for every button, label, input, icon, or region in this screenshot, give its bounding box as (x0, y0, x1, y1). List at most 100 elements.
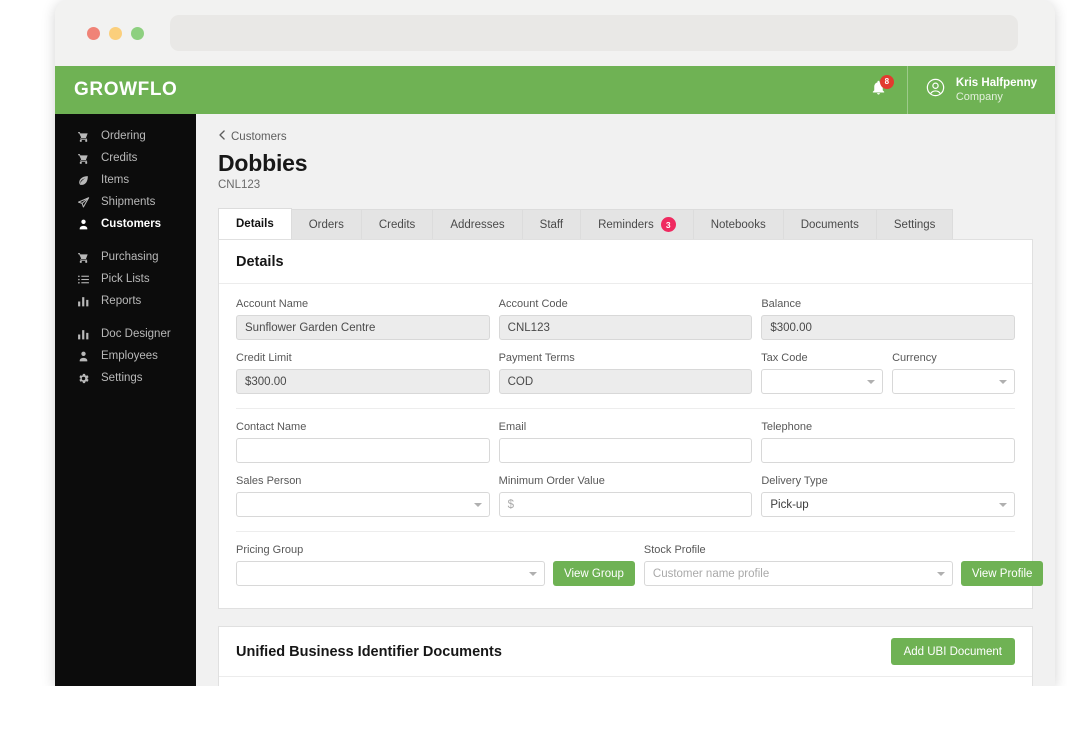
credit-limit-input[interactable]: $300.00 (236, 369, 490, 394)
field-group-balance: Balance $300.00 (761, 298, 1015, 340)
breadcrumb[interactable]: Customers (218, 130, 1033, 143)
details-card-body: Account Name Sunflower Garden Centre Acc… (219, 284, 1032, 608)
add-ubi-document-button[interactable]: Add UBI Document (891, 638, 1015, 665)
field-group-currency: Currency (892, 352, 1015, 394)
sidebar-item-shipments[interactable]: Shipments (55, 191, 196, 213)
telephone-input[interactable] (761, 438, 1015, 463)
breadcrumb-label: Customers (231, 131, 287, 143)
close-window-button[interactable] (87, 27, 100, 40)
ubi-table-header: Resellers Permit Expiry Date Document (219, 677, 1032, 686)
sidebar-group-1: Ordering Credits Items (55, 125, 196, 246)
form-row-2: Credit Limit $300.00 Payment Terms COD T… (236, 352, 1015, 397)
sidebar-item-employees[interactable]: Employees (55, 345, 196, 367)
sidebar-item-purchasing[interactable]: Purchasing (55, 246, 196, 268)
app-logo[interactable]: GROWFLO (55, 66, 196, 114)
sidebar-item-settings[interactable]: Settings (55, 367, 196, 389)
cart-icon (77, 152, 90, 165)
tab-label: Orders (309, 219, 344, 231)
balance-label: Balance (761, 298, 1015, 310)
tab-label: Documents (801, 219, 859, 231)
field-group-account-name: Account Name Sunflower Garden Centre (236, 298, 490, 340)
app-header: GROWFLO 8 (55, 66, 1055, 114)
notifications-button[interactable]: 8 (851, 66, 907, 114)
sidebar-item-pick-lists[interactable]: Pick Lists (55, 268, 196, 290)
tab-reminders[interactable]: Reminders 3 (580, 209, 694, 239)
sidebar-item-doc-designer[interactable]: Doc Designer (55, 323, 196, 345)
contact-name-input[interactable] (236, 438, 490, 463)
payment-terms-label: Payment Terms (499, 352, 753, 364)
tab-staff[interactable]: Staff (522, 209, 581, 239)
field-group-tax-code: Tax Code (761, 352, 883, 394)
sidebar: Ordering Credits Items (55, 114, 196, 686)
sidebar-item-credits[interactable]: Credits (55, 147, 196, 169)
delivery-type-select[interactable]: Pick-up (761, 492, 1015, 517)
ubi-card-header: Unified Business Identifier Documents Ad… (219, 627, 1032, 677)
minimum-order-value-input[interactable]: $ (499, 492, 753, 517)
page-title: Dobbies (218, 149, 1033, 177)
tab-label: Reminders (598, 219, 654, 231)
tab-label: Credits (379, 219, 415, 231)
tab-addresses[interactable]: Addresses (432, 209, 522, 239)
address-bar-input[interactable] (170, 15, 1018, 51)
chevron-down-icon (474, 503, 482, 507)
sidebar-item-label: Customers (101, 218, 161, 230)
pricing-group-select[interactable] (236, 561, 545, 586)
tab-credits[interactable]: Credits (361, 209, 433, 239)
reminders-badge: 3 (661, 217, 676, 232)
balance-input[interactable]: $300.00 (761, 315, 1015, 340)
telephone-label: Telephone (761, 421, 1015, 433)
maximize-window-button[interactable] (131, 27, 144, 40)
sales-person-label: Sales Person (236, 475, 490, 487)
chevron-down-icon (999, 503, 1007, 507)
stock-profile-select[interactable]: Customer name profile (644, 561, 953, 586)
tax-code-select[interactable] (761, 369, 883, 394)
tab-label: Details (236, 218, 274, 230)
tab-documents[interactable]: Documents (783, 209, 877, 239)
payment-terms-input[interactable]: COD (499, 369, 753, 394)
sidebar-item-reports[interactable]: Reports (55, 290, 196, 312)
stock-profile-value: Customer name profile (653, 568, 769, 580)
field-group-pricing-group: Pricing Group View Group (236, 544, 635, 586)
paper-plane-icon (77, 196, 90, 209)
header-spacer (196, 66, 851, 114)
field-group-minimum-order-value: Minimum Order Value $ (499, 475, 753, 517)
sidebar-item-label: Shipments (101, 196, 155, 208)
form-row-1: Account Name Sunflower Garden Centre Acc… (236, 298, 1015, 343)
chevron-down-icon (529, 572, 537, 576)
chevron-down-icon (937, 572, 945, 576)
app-logo-text: GROWFLO (74, 79, 177, 101)
list-icon (77, 273, 90, 286)
sidebar-item-label: Purchasing (101, 251, 159, 263)
view-group-button[interactable]: View Group (553, 561, 635, 586)
field-group-email: Email (499, 421, 753, 463)
account-code-input[interactable]: CNL123 (499, 315, 753, 340)
sales-person-select[interactable] (236, 492, 490, 517)
minimize-window-button[interactable] (109, 27, 122, 40)
user-menu[interactable]: Kris Halfpenny Company (907, 66, 1055, 114)
view-profile-button[interactable]: View Profile (961, 561, 1044, 586)
sidebar-item-ordering[interactable]: Ordering (55, 125, 196, 147)
sidebar-group-2: Purchasing Pick Lists Reports (55, 246, 196, 323)
stock-profile-label: Stock Profile (644, 544, 1044, 556)
page-subtitle: CNL123 (218, 179, 1033, 191)
tab-notebooks[interactable]: Notebooks (693, 209, 784, 239)
leaf-icon (93, 66, 101, 72)
notification-badge: 8 (880, 75, 894, 89)
ubi-documents-card: Unified Business Identifier Documents Ad… (218, 626, 1033, 686)
tab-settings[interactable]: Settings (876, 209, 954, 239)
currency-select[interactable] (892, 369, 1015, 394)
chevron-down-icon (999, 380, 1007, 384)
account-name-input[interactable]: Sunflower Garden Centre (236, 315, 490, 340)
tab-label: Addresses (450, 219, 504, 231)
field-group-sales-person: Sales Person (236, 475, 490, 517)
tab-details[interactable]: Details (218, 208, 292, 239)
email-input[interactable] (499, 438, 753, 463)
sidebar-item-label: Ordering (101, 130, 146, 142)
tab-orders[interactable]: Orders (291, 209, 362, 239)
main-content: Customers Dobbies CNL123 Details Orders … (196, 114, 1055, 686)
cart-icon (77, 130, 90, 143)
sidebar-item-label: Items (101, 174, 129, 186)
sidebar-item-label: Pick Lists (101, 273, 150, 285)
sidebar-item-customers[interactable]: Customers (55, 213, 196, 235)
sidebar-item-items[interactable]: Items (55, 169, 196, 191)
